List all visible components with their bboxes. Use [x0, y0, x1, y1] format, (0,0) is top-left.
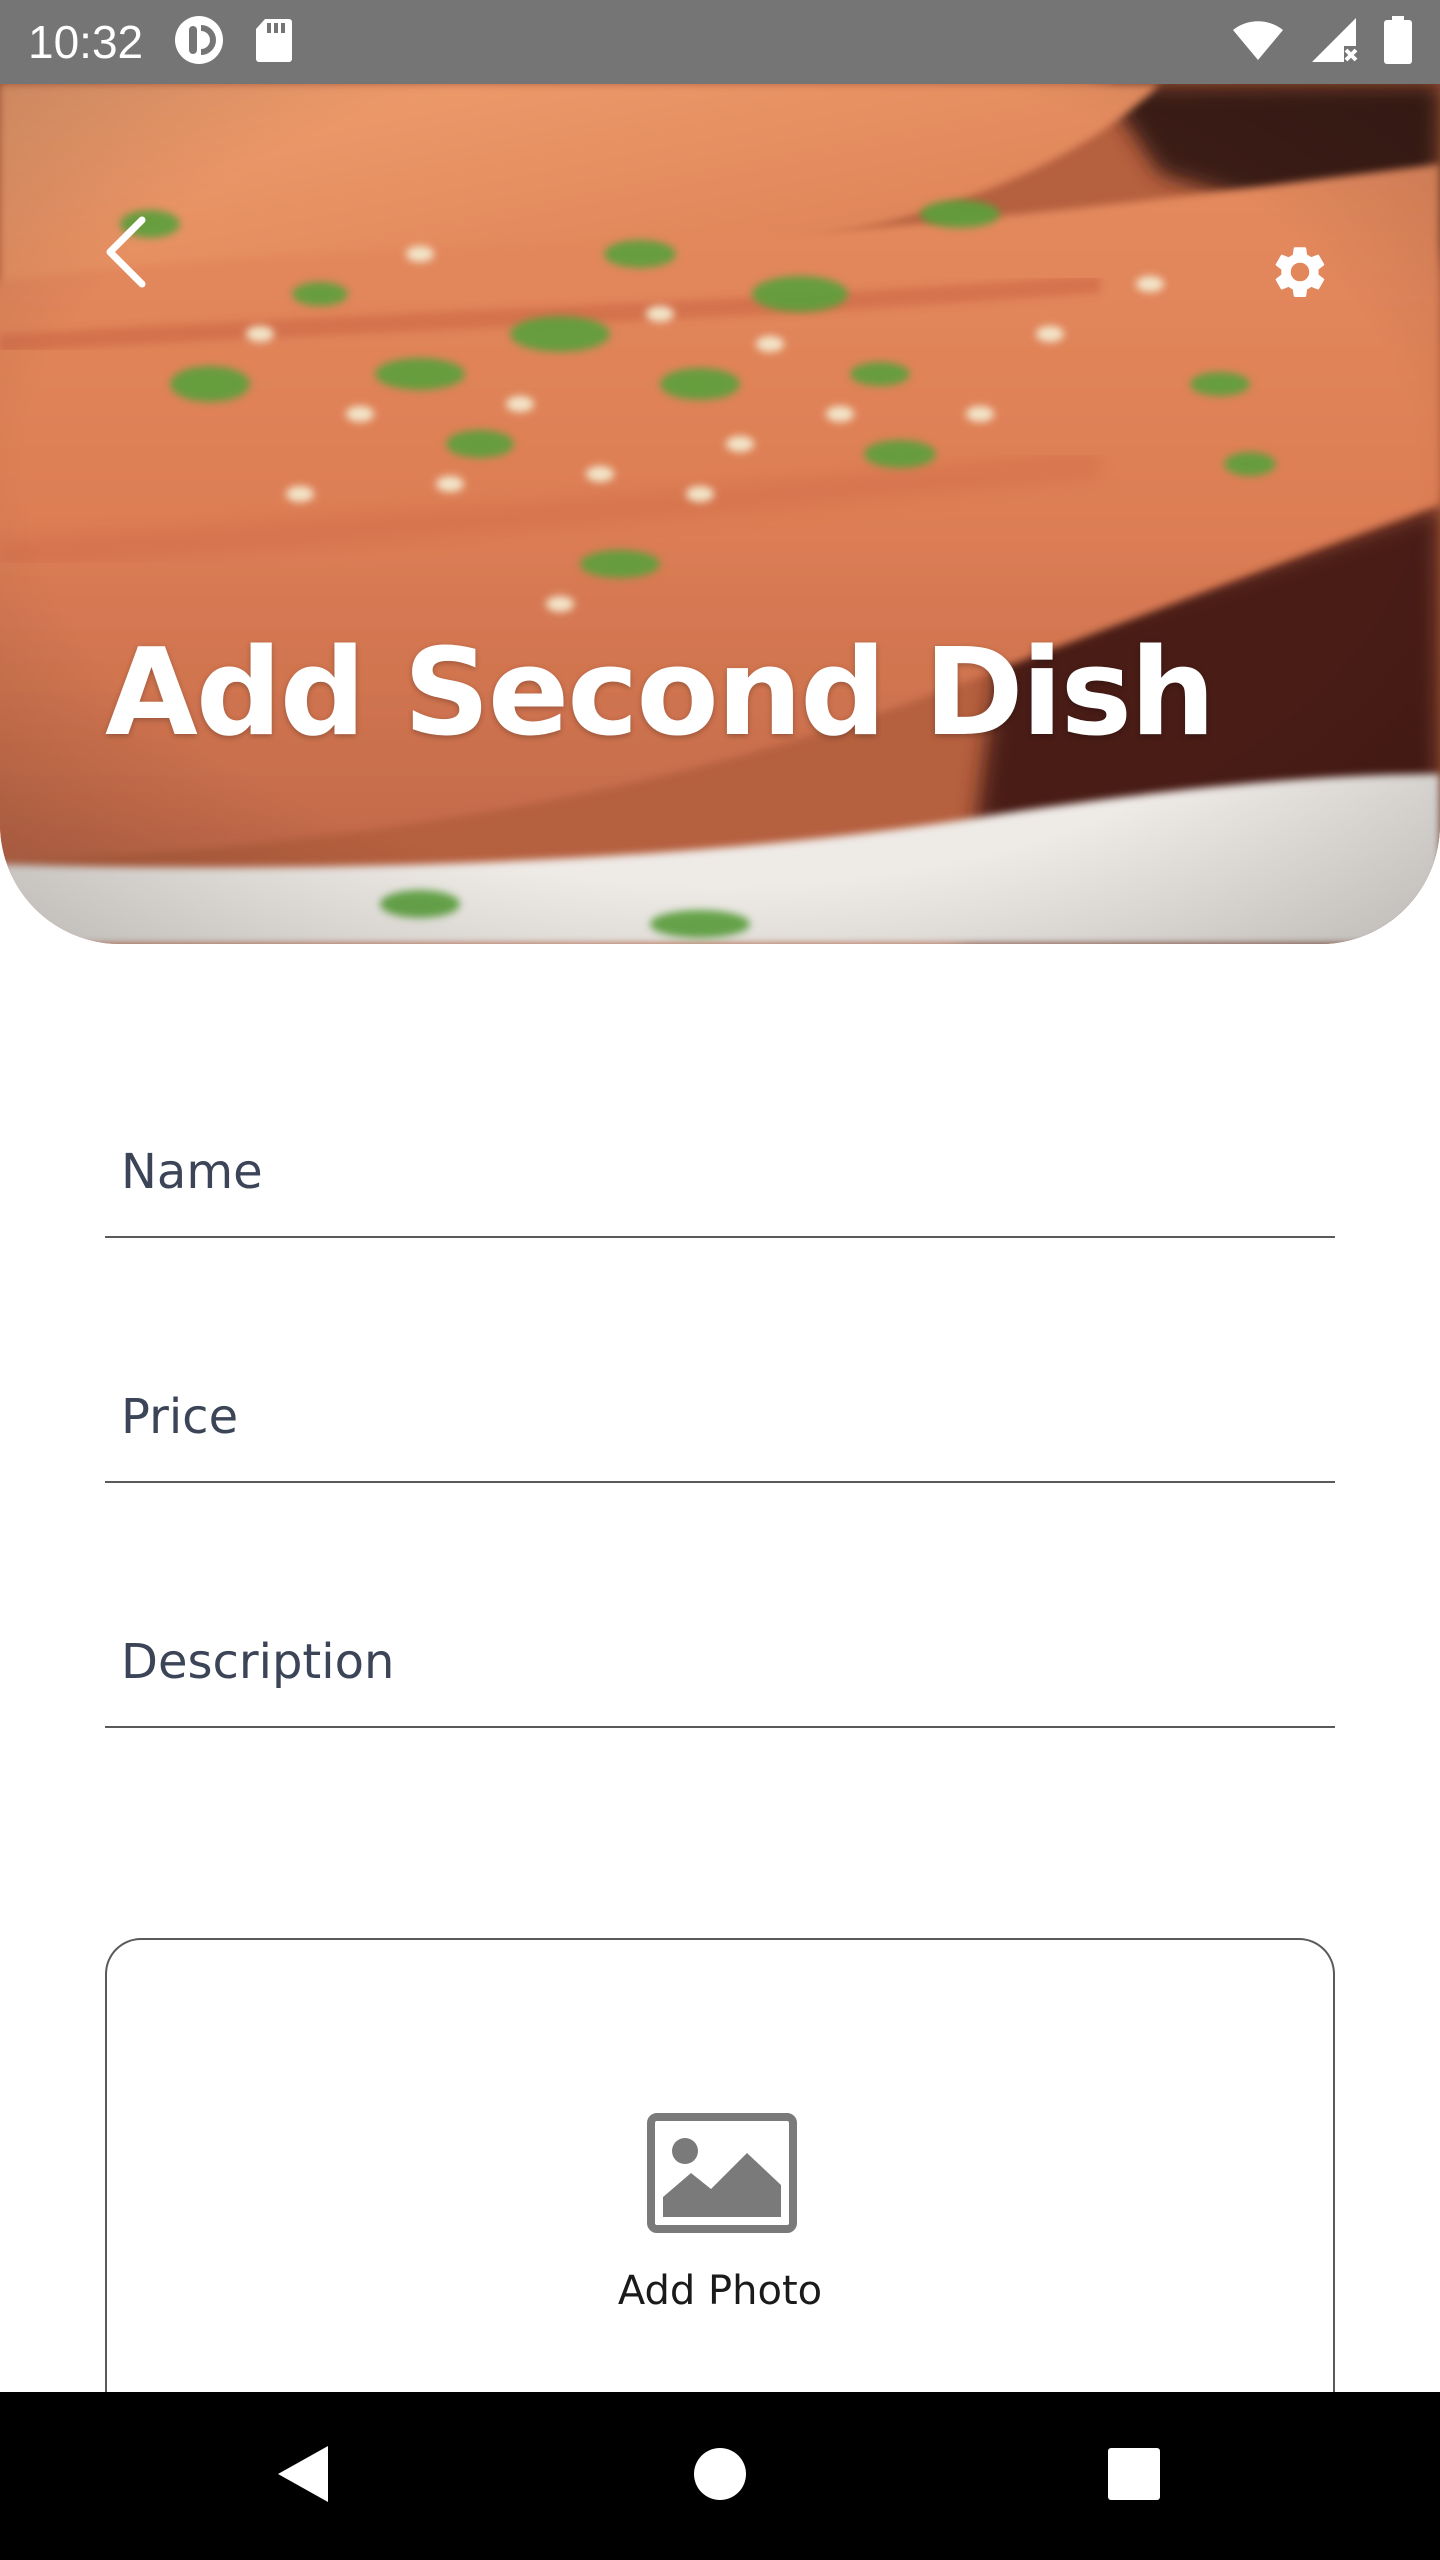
chevron-left-icon — [102, 216, 148, 292]
name-input[interactable] — [119, 1143, 1323, 1201]
status-right-icons — [1232, 16, 1412, 68]
cellular-signal-icon — [1310, 16, 1358, 68]
back-triangle-icon — [272, 2442, 332, 2510]
settings-button[interactable] — [1265, 239, 1335, 309]
status-bar: 10:32 — [0, 0, 1440, 84]
sd-card-icon — [255, 17, 293, 67]
wifi-icon — [1232, 18, 1284, 66]
image-icon — [647, 2113, 797, 2237]
name-field[interactable] — [105, 1098, 1335, 1238]
description-input[interactable] — [119, 1633, 1323, 1691]
nav-back-button[interactable] — [262, 2436, 342, 2516]
salmon-dish-image — [0, 84, 1440, 944]
gear-icon — [1269, 241, 1331, 307]
description-field[interactable] — [105, 1588, 1335, 1728]
nav-home-button[interactable] — [680, 2436, 760, 2516]
system-nav-bar — [0, 2392, 1440, 2560]
nav-recents-button[interactable] — [1094, 2436, 1174, 2516]
status-left-icons — [173, 14, 293, 70]
price-input[interactable] — [119, 1388, 1323, 1446]
add-photo-label: Add Photo — [617, 2268, 823, 2314]
add-photo-button[interactable]: Add Photo — [105, 1938, 1335, 2398]
page-title: Add Second Dish — [105, 624, 1216, 763]
pocket-casts-icon — [173, 14, 225, 70]
back-button[interactable] — [90, 209, 160, 299]
battery-icon — [1384, 16, 1412, 68]
home-circle-icon — [692, 2446, 748, 2506]
status-time: 10:32 — [28, 16, 144, 68]
recents-square-icon — [1107, 2447, 1161, 2505]
header-image: Add Second Dish — [0, 84, 1440, 944]
price-field[interactable] — [105, 1343, 1335, 1483]
